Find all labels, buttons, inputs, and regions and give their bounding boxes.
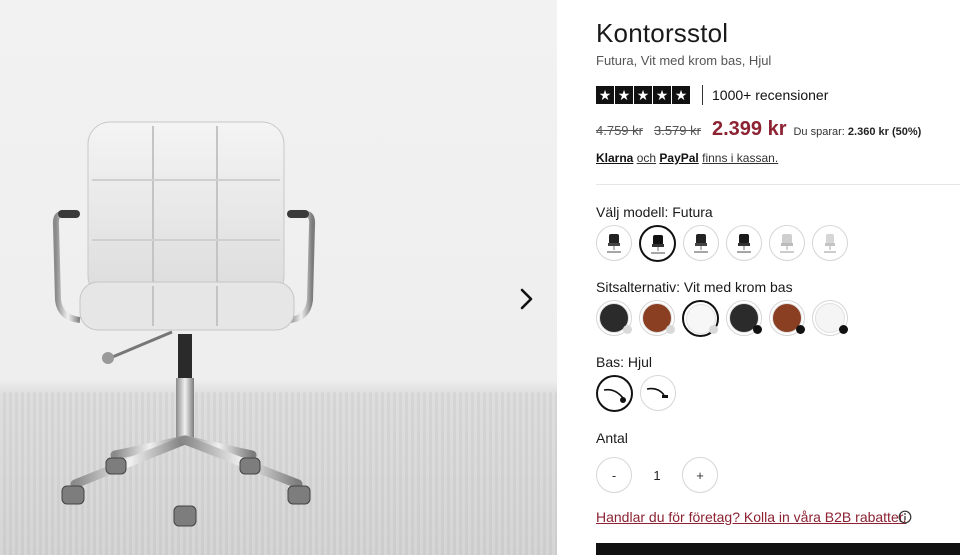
quantity-increase-button[interactable]: + — [682, 457, 718, 493]
chair-model-2-icon[interactable] — [639, 225, 676, 262]
b2b-link[interactable]: Handlar du för företag? Kolla in våra B2… — [596, 509, 907, 525]
quantity-value[interactable]: 1 — [632, 468, 682, 483]
paypal-link[interactable]: PayPal — [659, 151, 698, 165]
model-label: Välj modell: Futura — [596, 204, 713, 220]
seat-swatch[interactable] — [596, 300, 632, 336]
klarna-link[interactable]: Klarna — [596, 151, 633, 165]
chair-model-3-icon[interactable] — [683, 225, 719, 261]
product-title: Kontorsstol — [596, 18, 729, 48]
rating-divider — [702, 85, 703, 105]
star-icon: ★ — [672, 86, 690, 104]
seat-label: Sitsalternativ: Vit med krom bas — [596, 279, 793, 295]
frame-color-dot — [796, 325, 805, 334]
frame-color-dot — [709, 325, 718, 334]
savings-value: 2.360 kr (50%) — [847, 126, 922, 138]
current-price: 2.399 kr — [711, 118, 787, 140]
reviews-count[interactable]: 1000+ recensioner — [712, 87, 828, 103]
chair-model-6-icon[interactable] — [812, 225, 848, 261]
product-info-panel: Kontorsstol Futura, Vit med krom bas, Hj… — [596, 0, 960, 555]
star-icon: ★ — [596, 86, 614, 104]
chair-model-1-icon[interactable] — [596, 225, 632, 261]
base-label: Bas: Hjul — [596, 354, 653, 370]
glide-base-icon[interactable] — [640, 375, 676, 411]
frame-color-dot — [753, 325, 762, 334]
product-image-gallery — [0, 0, 557, 555]
rating[interactable]: ★ ★ ★ ★ ★ 1000+ recensioner — [596, 85, 828, 105]
office-chair-image — [52, 121, 316, 527]
savings-text: Du sparar: 2.360 kr (50%) — [793, 126, 921, 138]
star-icon: ★ — [634, 86, 652, 104]
chair-model-4-icon[interactable] — [726, 225, 762, 261]
quantity-decrease-button[interactable]: - — [596, 457, 632, 493]
base-swatches — [596, 375, 676, 412]
quantity-stepper: - 1 + — [596, 457, 718, 493]
seat-swatches — [596, 300, 848, 337]
frame-color-dot — [666, 325, 675, 334]
savings-label: Du sparar: — [793, 126, 845, 138]
add-to-cart-button[interactable] — [596, 543, 960, 555]
chair-model-5-icon[interactable] — [769, 225, 805, 261]
original-price: 4.759 kr — [596, 123, 643, 138]
seat-swatch[interactable] — [812, 300, 848, 336]
quantity-label: Antal — [596, 430, 628, 446]
rating-stars: ★ ★ ★ ★ ★ — [596, 86, 690, 104]
product-subtitle: Futura, Vit med krom bas, Hjul — [596, 53, 772, 68]
price-row: 4.759 kr 3.579 kr 2.399 kr Du sparar: 2.… — [596, 118, 921, 141]
chevron-right-icon[interactable] — [512, 284, 542, 314]
model-swatches — [596, 225, 848, 262]
payment-suffix: finns i kassan. — [702, 151, 779, 165]
wheel-base-icon[interactable] — [596, 375, 633, 412]
star-icon: ★ — [653, 86, 671, 104]
frame-color-dot — [623, 325, 632, 334]
payment-note: Klarna och PayPal finns i kassan. — [596, 151, 778, 165]
seat-swatch[interactable] — [769, 300, 805, 336]
seat-swatch[interactable] — [726, 300, 762, 336]
divider — [596, 184, 960, 185]
info-icon[interactable] — [898, 510, 912, 524]
seat-swatch[interactable] — [639, 300, 675, 336]
payment-och: och — [636, 151, 657, 165]
previous-price: 3.579 kr — [653, 123, 701, 138]
seat-swatch[interactable] — [682, 300, 719, 337]
star-icon: ★ — [615, 86, 633, 104]
frame-color-dot — [839, 325, 848, 334]
